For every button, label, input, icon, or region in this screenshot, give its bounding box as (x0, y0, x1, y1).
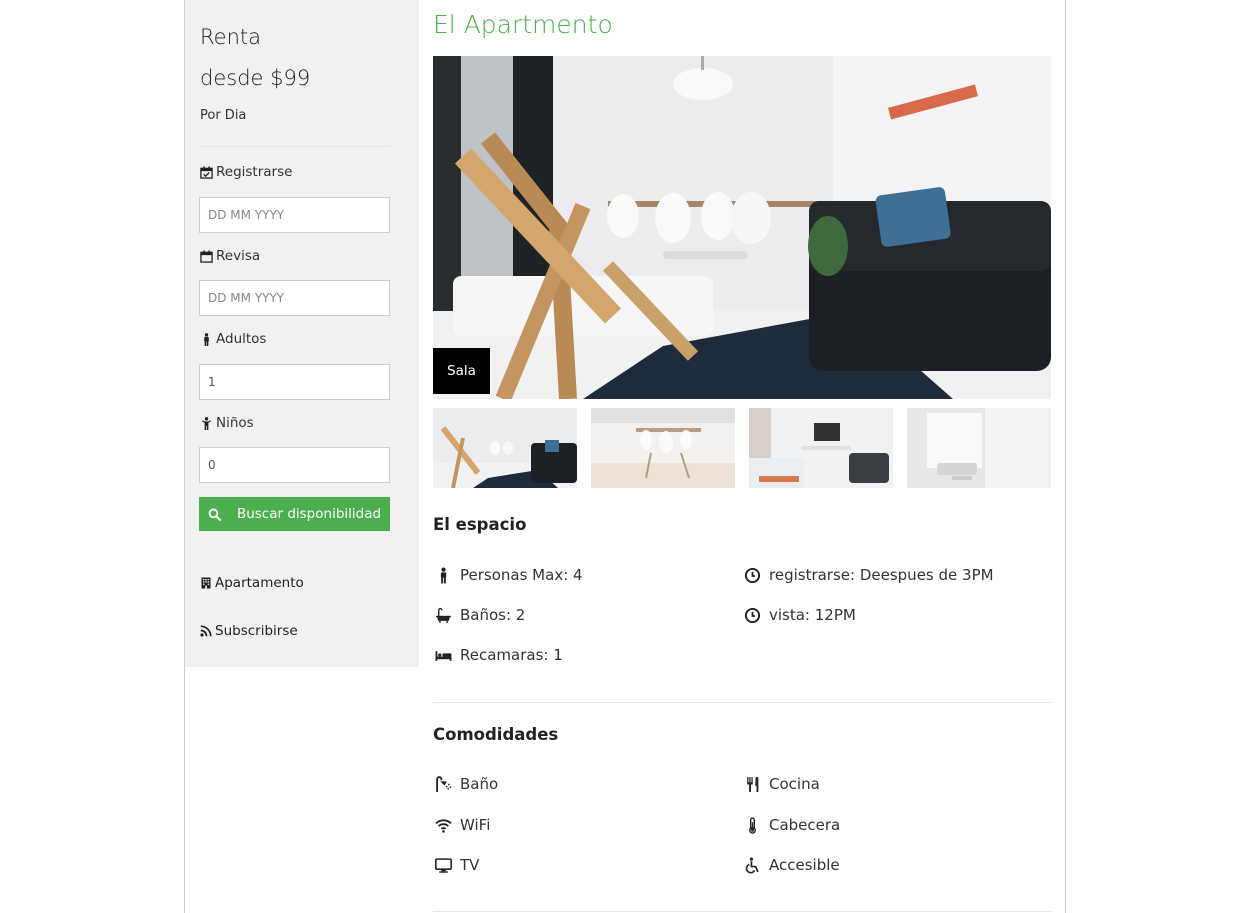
amenity-kitchen-text: Cocina (769, 775, 820, 793)
thumbnail-image-room (907, 408, 1051, 488)
search-button-label: Buscar disponibilidad (236, 506, 382, 522)
clock-icon (744, 607, 761, 623)
checkin-date-input[interactable] (199, 197, 390, 233)
feature-checkout-time-text: vista: 12PM (769, 606, 856, 624)
amenity-kitchen: Cocina (744, 775, 820, 793)
amenity-heating: Cabecera (744, 816, 840, 834)
feature-bathrooms-text: Baños: 2 (460, 606, 526, 624)
amenities-section-title: Comodidades (433, 725, 559, 744)
calendar-check-icon (200, 165, 213, 179)
section-divider-bottom (433, 911, 1051, 912)
bed-icon (435, 650, 452, 661)
feature-bathrooms: Baños: 2 (435, 606, 525, 624)
children-label: Niños (200, 415, 254, 431)
feature-checkout-time: vista: 12PM (744, 606, 856, 624)
section-divider (433, 702, 1051, 703)
person-icon (440, 567, 447, 583)
thumbnail-image-dining (591, 408, 735, 488)
rss-icon (200, 625, 212, 637)
thumbnail-image-bedroom (749, 408, 893, 488)
thumbnail-2[interactable] (591, 408, 735, 488)
price-text: desde $99 (200, 66, 311, 90)
amenity-wifi: WiFi (435, 816, 490, 834)
checkin-label-text: Registrarse (216, 164, 293, 180)
amenity-accessible: Accesible (744, 856, 840, 874)
shower-icon (436, 775, 452, 792)
sidebar-link-apartamento-label: Apartamento (215, 575, 304, 591)
per-day-text: Por Dia (200, 108, 247, 123)
adults-label: Adultos (200, 331, 266, 347)
children-input[interactable] (199, 447, 390, 483)
sidebar-divider (200, 146, 390, 147)
thumbnail-1[interactable] (433, 408, 577, 488)
thumbnail-image-living-room (433, 408, 577, 488)
amenity-tv: TV (435, 856, 479, 874)
checkin-label: Registrarse (200, 164, 292, 180)
tv-icon (435, 857, 452, 873)
adults-input[interactable] (199, 364, 390, 400)
booking-sidebar: Renta desde $99 Por Dia Registrarse Revi… (185, 0, 419, 667)
male-icon (204, 332, 209, 346)
page-border-right (1065, 0, 1066, 913)
checkout-label: Revisa (200, 248, 260, 264)
amenity-wifi-text: WiFi (460, 816, 491, 834)
amenity-accessible-text: Accesible (769, 856, 840, 874)
amenity-tv-text: TV (460, 856, 480, 874)
amenity-bathroom: Baño (435, 775, 498, 793)
feature-bedrooms-text: Recamaras: 1 (460, 646, 563, 664)
checkout-date-input[interactable] (199, 280, 390, 316)
accessible-icon (745, 857, 759, 873)
page-title: El Apartmento (433, 10, 613, 39)
building-icon (201, 577, 211, 589)
sidebar-link-subscribirse[interactable]: Subscribirse (200, 623, 298, 639)
calendar-icon (200, 249, 213, 263)
adults-label-text: Adultos (216, 331, 267, 347)
feature-max-persons: Personas Max: 4 (435, 566, 583, 584)
hero-image-living-room: Sala (433, 56, 1051, 399)
search-availability-button[interactable]: Buscar disponibilidad (199, 497, 390, 531)
living-room-photo (433, 56, 1051, 399)
children-label-text: Niños (216, 415, 254, 431)
feature-checkin-time-text: registrarse: Deespues de 3PM (769, 566, 994, 584)
sidebar-link-apartamento[interactable]: Apartamento (200, 575, 304, 591)
sidebar-link-subscribirse-label: Subscribirse (215, 623, 298, 639)
clock-icon (744, 567, 761, 583)
thumbnail-4[interactable] (907, 408, 1051, 488)
feature-max-persons-text: Personas Max: 4 (460, 566, 583, 584)
cutlery-icon (747, 776, 759, 792)
wifi-icon (435, 818, 452, 833)
thumbnail-3[interactable] (749, 408, 893, 488)
checkout-label-text: Revisa (216, 248, 261, 264)
amenity-bathroom-text: Baño (460, 775, 499, 793)
thermometer-icon (749, 816, 756, 834)
search-icon (208, 508, 221, 521)
feature-bedrooms: Recamaras: 1 (435, 646, 563, 664)
child-icon (202, 416, 211, 430)
rent-heading: Renta (200, 25, 261, 49)
amenity-heating-text: Cabecera (769, 816, 841, 834)
space-section-title: El espacio (433, 515, 527, 534)
feature-checkin-time: registrarse: Deespues de 3PM (744, 566, 994, 584)
hero-caption: Sala (433, 348, 490, 394)
bathtub-icon (436, 607, 451, 623)
